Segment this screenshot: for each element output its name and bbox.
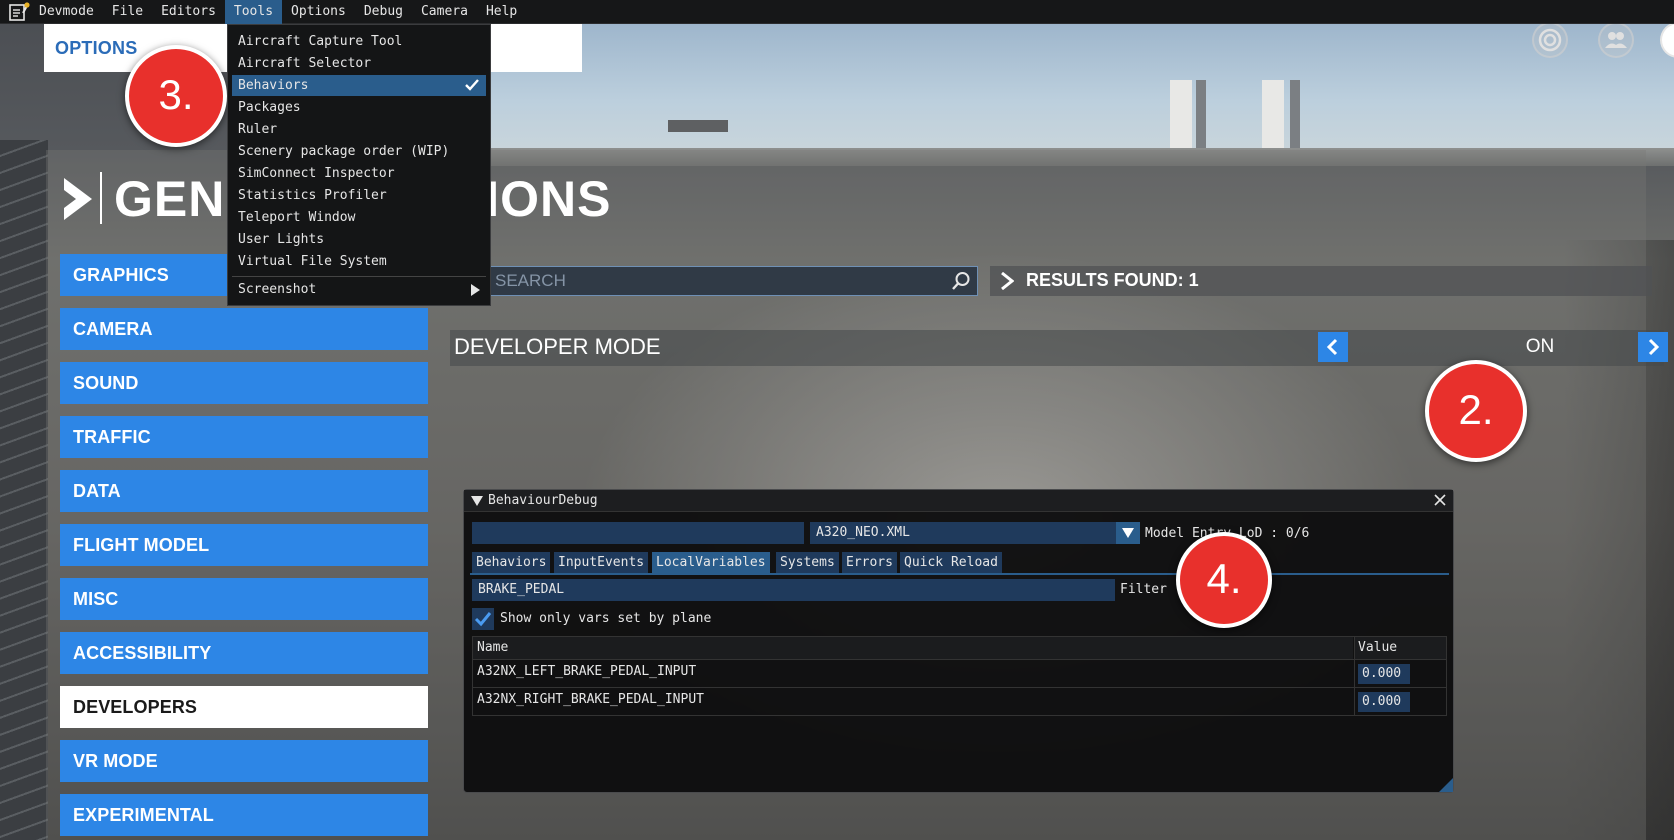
tab-behaviors[interactable]: Behaviors [472,552,551,573]
chevron-down-icon [1122,528,1134,538]
behaviour-debug-title: BehaviourDebug [488,493,598,508]
column-header-name[interactable]: Name [473,637,1353,659]
menu-item-virtual-file-system[interactable]: Virtual File System [232,251,486,272]
annotation-marker-3: 3. [125,45,227,147]
results-count: RESULTS FOUND: 1 [1026,270,1199,290]
sidebar-item-accessibility[interactable]: ACCESSIBILITY [60,632,428,674]
search-box[interactable] [488,266,978,296]
menu-options[interactable]: Options [282,0,355,24]
hangar-pillar [1196,80,1206,152]
chevron-right-icon [1648,338,1660,356]
checkmark-icon [465,79,479,91]
hangar-sky [460,24,1674,152]
developer-mode-value: ON [1525,336,1555,357]
tab-input-events[interactable]: InputEvents [554,552,649,573]
menu-item-aircraft-capture-tool[interactable]: Aircraft Capture Tool [232,31,486,52]
menu-item-screenshot[interactable]: Screenshot [232,279,486,300]
menu-camera[interactable]: Camera [412,0,477,24]
sidebar-item-camera[interactable]: CAMERA [60,308,428,350]
checkmark-icon [474,612,492,627]
sidebar-item-experimental[interactable]: EXPERIMENTAL [60,794,428,836]
show-only-plane-vars-checkbox[interactable] [472,608,494,630]
tab-underline [470,573,1449,575]
menu-editors[interactable]: Editors [152,0,225,24]
developer-mode-label: DEVELOPER MODE [454,334,661,359]
menu-item-packages[interactable]: Packages [232,97,486,118]
menu-debug[interactable]: Debug [355,0,412,24]
menu-help[interactable]: Help [477,0,526,24]
sidebar-item-data[interactable]: DATA [60,470,428,512]
combo-dropdown-button[interactable] [1116,522,1140,544]
model-file-value: A320_NEO.XML [816,525,910,540]
column-separator [1354,637,1355,715]
annotation-marker-4: 4. [1176,532,1272,628]
menu-item-scenery-package-order[interactable]: Scenery package order (WIP) [232,141,486,162]
menu-item-user-lights[interactable]: User Lights [232,229,486,250]
menu-separator [232,276,486,277]
menu-item-behaviors[interactable]: Behaviors [232,75,486,96]
users-icon[interactable] [1598,22,1634,58]
stair-railing [0,140,48,840]
table-row[interactable]: A32NX_RIGHT_BRAKE_PEDAL_INPUT 0.000 [473,687,1446,715]
variable-name: A32NX_LEFT_BRAKE_PEDAL_INPUT [477,664,697,679]
filter-value: BRAKE_PEDAL [478,582,565,597]
sidebar-item-traffic[interactable]: TRAFFIC [60,416,428,458]
filter-label: Filter [1120,582,1167,597]
search-icon[interactable] [951,271,971,291]
show-only-plane-vars-label: Show only vars set by plane [500,611,712,626]
column-header-value[interactable]: Value [1354,637,1446,659]
menu-item-simconnect-inspector[interactable]: SimConnect Inspector [232,163,486,184]
hangar-pillar [1170,80,1192,152]
menu-item-statistics-profiler[interactable]: Statistics Profiler [232,185,486,206]
menu-devmode[interactable]: Devmode [30,0,103,24]
hangar-pillar [1262,80,1284,152]
menu-item-label: Screenshot [238,282,317,297]
tab-systems[interactable]: Systems [776,552,839,573]
tools-menu: Aircraft Capture Tool Aircraft Selector … [227,24,491,306]
variable-name: A32NX_RIGHT_BRAKE_PEDAL_INPUT [477,692,704,707]
menu-bar: Devmode File Editors Tools Options Debug… [0,0,1674,24]
search-input[interactable] [495,267,935,295]
tab-quick-reload[interactable]: Quick Reload [900,552,1002,573]
sidebar-item-misc[interactable]: MISC [60,578,428,620]
table-row[interactable]: A32NX_LEFT_BRAKE_PEDAL_INPUT 0.000 [473,659,1446,687]
model-file-combo[interactable]: A320_NEO.XML [810,522,1140,544]
variable-value[interactable]: 0.000 [1358,664,1410,684]
sidebar-item-flight-model[interactable]: FLIGHT MODEL [60,524,428,566]
annotation-marker-2: 2. [1425,360,1527,462]
menu-item-aircraft-selector[interactable]: Aircraft Selector [232,53,486,74]
sidebar-item-sound[interactable]: SOUND [60,362,428,404]
developer-mode-next-button[interactable] [1638,332,1668,362]
behaviour-debug-window: BehaviourDebug A320_NEO.XML Model Entry … [463,489,1454,793]
menu-tools[interactable]: Tools [224,0,283,24]
sidebar-item-developers[interactable]: DEVELOPERS [60,686,428,728]
behaviour-debug-titlebar[interactable]: BehaviourDebug [464,490,1453,512]
menu-item-teleport-window[interactable]: Teleport Window [232,207,486,228]
options-title: OPTIONS [55,38,138,58]
hangar-strut [668,120,728,132]
developer-mode-prev-button[interactable] [1318,332,1348,362]
tab-local-variables[interactable]: LocalVariables [652,552,770,573]
menu-file[interactable]: File [103,0,152,24]
filter-input[interactable]: BRAKE_PEDAL [472,579,1115,601]
chevron-right-icon [1001,272,1014,290]
sidebar-item-vr-mode[interactable]: VR MODE [60,740,428,782]
chevron-left-icon [1326,338,1338,356]
variables-table: Name Value A32NX_LEFT_BRAKE_PEDAL_INPUT … [472,636,1447,716]
menu-item-label: Behaviors [238,78,309,93]
close-icon[interactable] [1433,493,1447,507]
variable-value[interactable]: 0.000 [1358,692,1410,712]
collapse-triangle-icon[interactable] [471,496,483,506]
devmode-notepad-icon[interactable] [8,1,30,23]
results-bar: RESULTS FOUND: 1 [990,266,1652,296]
header-separator [100,172,102,224]
submenu-arrow-icon [471,284,480,296]
menu-item-ruler[interactable]: Ruler [232,119,486,140]
resize-grip[interactable] [1439,778,1453,792]
hangar-pillar [1290,80,1300,152]
tab-errors[interactable]: Errors [842,552,897,573]
chevron-logo-icon [64,178,92,220]
object-search-field[interactable] [472,522,804,544]
activity-rings-icon[interactable] [1532,22,1568,58]
